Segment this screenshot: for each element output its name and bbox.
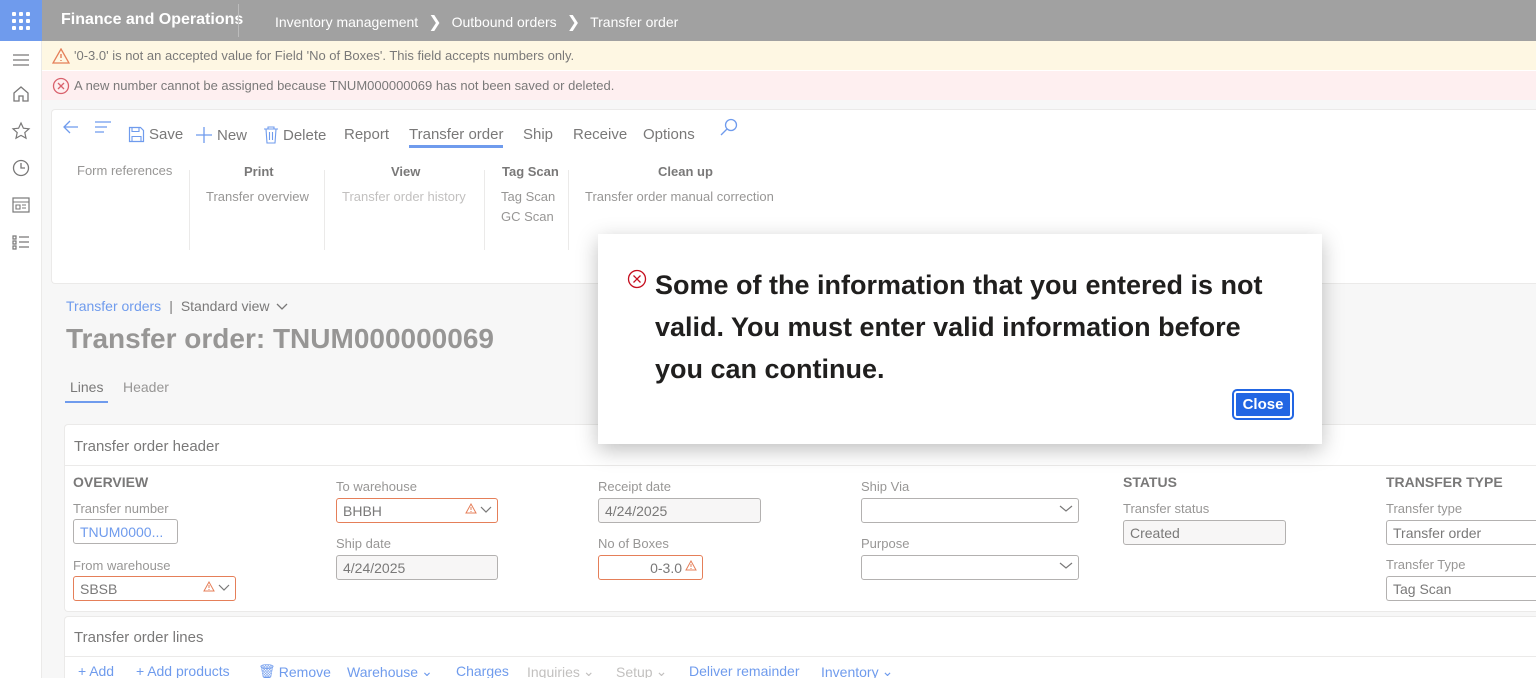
error-icon <box>627 269 647 289</box>
close-button[interactable]: Close <box>1232 389 1294 420</box>
dialog-message: Some of the information that you entered… <box>655 270 1263 384</box>
error-dialog: Some of the information that you entered… <box>598 234 1322 444</box>
